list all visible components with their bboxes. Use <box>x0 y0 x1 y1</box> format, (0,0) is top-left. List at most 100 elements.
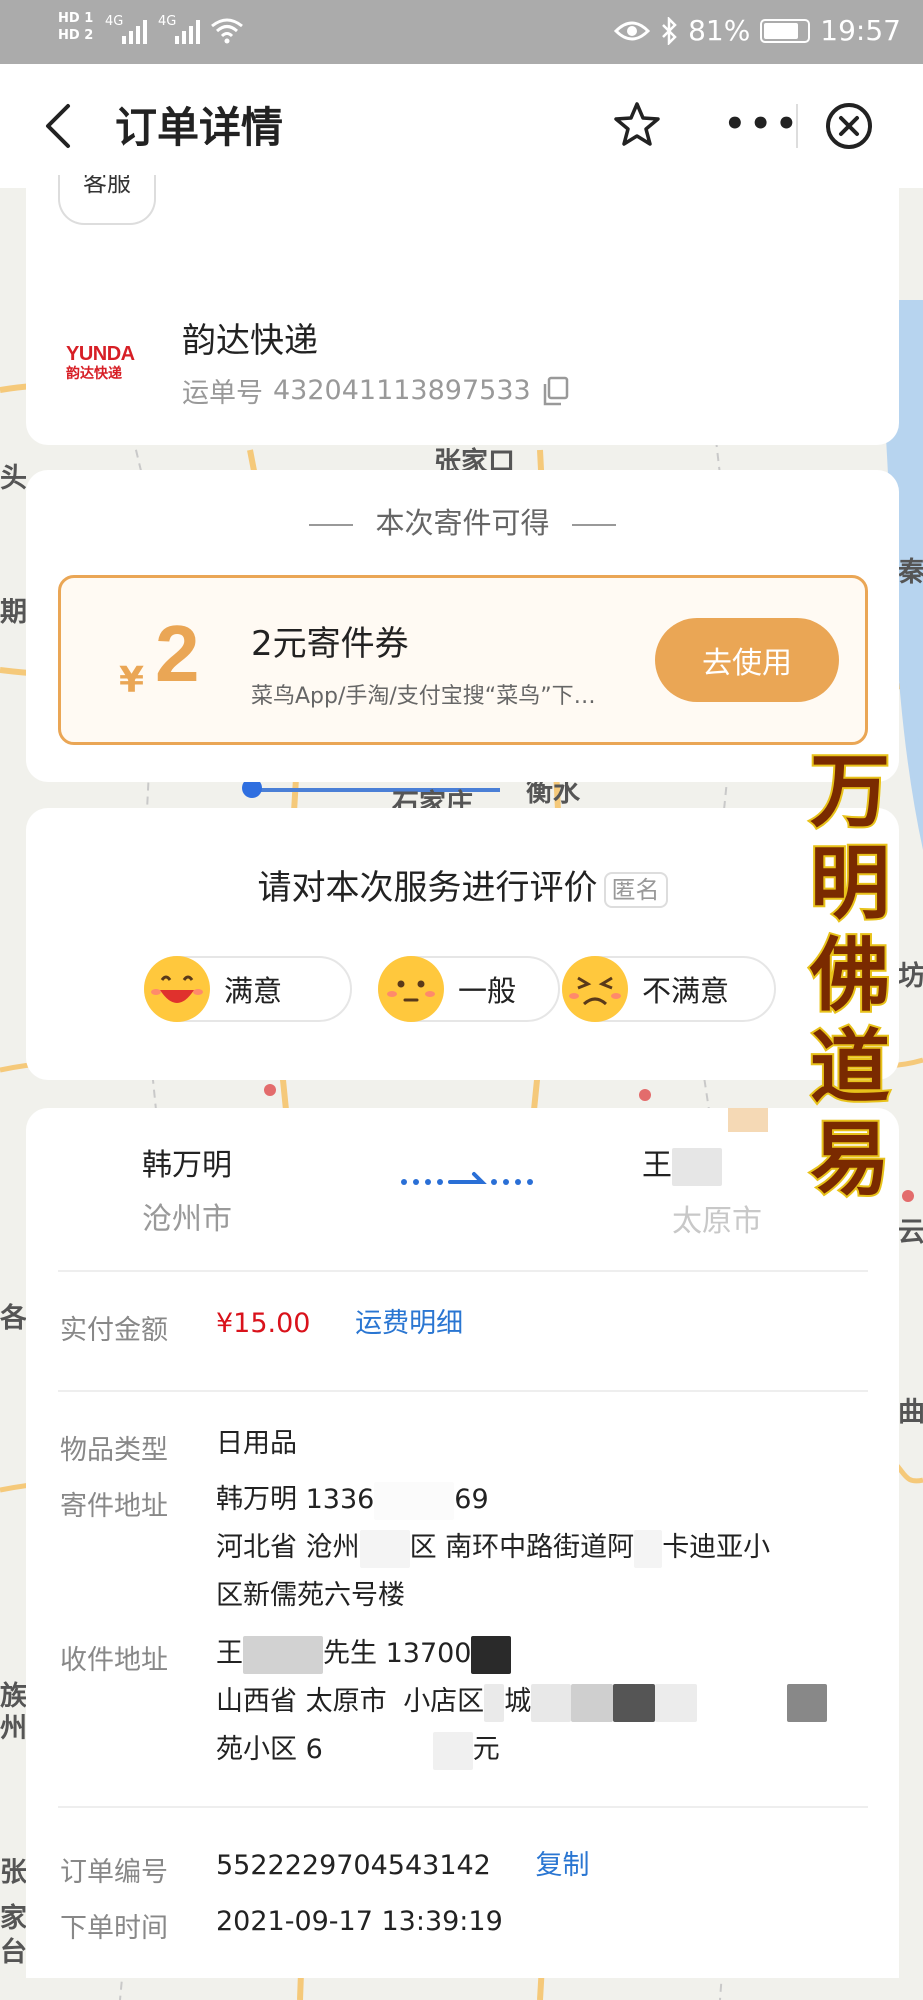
clock: 19:57 <box>820 14 901 47</box>
receive-address-label: 收件地址 <box>60 1645 168 1676</box>
status-bar: HD 1 HD 2 4G 4G 81% 19:57 <box>0 0 923 64</box>
close-icon[interactable] <box>823 100 875 152</box>
recv-line2c: 城 <box>504 1686 532 1717</box>
receiver-party: 王 太原市 <box>642 1140 762 1240</box>
nav-header: 订单详情 ••• <box>0 64 923 188</box>
order-time-label: 下单时间 <box>60 1913 168 1944</box>
coupon-ticket[interactable]: ¥ 2 2元寄件券 菜鸟App/手淘/支付宝搜“菜鸟”下… 去使用 <box>58 575 868 745</box>
map-label: 各 <box>0 1303 27 1334</box>
yunda-logo: YUNDA 韵达快递 <box>66 343 158 385</box>
paid-row: ¥15.00 运费明细 <box>216 1300 463 1348</box>
unhappy-face-icon <box>562 956 628 1022</box>
sim2-label: HD 2 <box>58 28 94 43</box>
paid-label: 实付金额 <box>60 1315 168 1346</box>
send-address-label: 寄件地址 <box>60 1491 168 1522</box>
customer-service-button[interactable]: 客服 <box>58 175 156 225</box>
favorite-star-icon[interactable] <box>612 100 662 150</box>
divider <box>58 1270 868 1272</box>
battery-percent: 81% <box>688 14 751 47</box>
item-type-label: 物品类型 <box>60 1435 168 1466</box>
page-title: 订单详情 <box>115 103 284 152</box>
copy-icon[interactable] <box>541 376 569 406</box>
recv-line1a: 王 <box>216 1638 243 1669</box>
divider <box>58 1390 868 1392</box>
rating-label: 满意 <box>224 974 283 1008</box>
map-label: 曲 <box>898 1397 923 1428</box>
send-line1-tail: 69 <box>454 1484 489 1515</box>
send-line1: 韩万明 1336 <box>216 1484 375 1515</box>
overlay-char: 明 <box>808 835 892 931</box>
network-type-2: 4G <box>158 14 177 29</box>
coupon-currency: ¥ <box>119 660 145 701</box>
paid-amount: ¥15.00 <box>216 1308 311 1339</box>
sim-indicators: HD 1 HD 2 <box>58 10 93 44</box>
bluetooth-icon <box>662 16 677 45</box>
rating-label: 一般 <box>458 974 517 1008</box>
coupon-heading-text: 本次寄件可得 <box>375 506 550 540</box>
overlay-char: 易 <box>808 1111 892 1207</box>
use-coupon-button[interactable]: 去使用 <box>655 618 839 702</box>
recv-line3b: 元 <box>472 1734 500 1765</box>
map-label: 州 <box>0 1713 27 1744</box>
map-label: 秦 <box>898 557 923 588</box>
neutral-face-icon <box>378 956 444 1022</box>
send-line3: 区新儒苑六号楼 <box>216 1580 405 1611</box>
signal-icon <box>175 20 200 44</box>
sender-city: 沧州市 <box>142 1202 232 1237</box>
overlay-char: 佛 <box>808 927 892 1023</box>
send-line2c: 卡迪亚小 <box>662 1532 771 1563</box>
route-arrow-icon <box>401 1172 533 1185</box>
recv-line1b: 先生 13700 <box>323 1638 472 1669</box>
divider <box>58 1806 868 1808</box>
watermark-text-overlay: 万 明 佛 道 易 <box>800 743 900 1207</box>
receiver-city: 太原市 <box>672 1203 762 1239</box>
map-label: 头 <box>0 463 27 494</box>
map-label: 台 <box>0 1937 27 1968</box>
rating-card: 请对本次服务进行评价 匿名 满意 一般 不满意 <box>26 808 899 1080</box>
rating-option-unsatisfied[interactable]: 不满意 <box>562 956 776 1022</box>
anonymous-tag[interactable]: 匿名 <box>603 871 668 908</box>
status-right: 81% 19:57 <box>614 14 901 47</box>
battery-icon <box>760 18 811 43</box>
send-line2a: 河北省 沧州 <box>216 1532 360 1563</box>
eye-icon <box>614 21 651 40</box>
fee-detail-link[interactable]: 运费明细 <box>355 1308 463 1339</box>
receiver-name-text: 王 <box>642 1148 672 1183</box>
recv-line2a: 山西省 太原市 <box>216 1686 387 1717</box>
rating-question-text: 请对本次服务进行评价 <box>257 868 598 908</box>
back-icon[interactable] <box>38 100 78 152</box>
overlay-char: 道 <box>808 1019 892 1115</box>
item-type-value: 日用品 <box>216 1428 297 1459</box>
waybill-prefix: 运单号 <box>182 378 263 409</box>
coupon-title: 2元寄件券 <box>251 624 409 664</box>
carrier-card: 客服 YUNDA 韵达快递 韵达快递 运单号 432041113897533 <box>26 175 899 445</box>
network-type-1: 4G <box>105 14 124 29</box>
send-address-value: 韩万明 1336 69 河北省 沧州 区 南环中路街道阿 卡迪亚小 区新儒苑六号楼 <box>216 1476 876 1620</box>
coupon-description: 菜鸟App/手淘/支付宝搜“菜鸟”下… <box>251 684 596 709</box>
order-number-label: 订单编号 <box>60 1857 168 1888</box>
map-label: 坊 <box>898 961 923 992</box>
carrier-name: 韵达快递 <box>182 321 318 361</box>
happy-face-icon <box>144 956 210 1022</box>
recv-line3a: 苑小区 6 <box>216 1734 323 1765</box>
receive-address-value: 王 先生 13700 山西省 太原市 小店区城 苑小区 6 元 <box>216 1630 876 1774</box>
more-options-icon[interactable]: ••• <box>724 104 801 144</box>
logo-cn: 韵达快递 <box>66 366 122 382</box>
rating-option-satisfied[interactable]: 满意 <box>144 956 352 1022</box>
waybill-row: 运单号 432041113897533 <box>182 371 569 410</box>
coupon-heading: 本次寄件可得 <box>26 500 899 542</box>
coupon-card: 本次寄件可得 ¥ 2 2元寄件券 菜鸟App/手淘/支付宝搜“菜鸟”下… 去使用 <box>26 470 899 782</box>
receiver-name: 王 <box>642 1140 762 1186</box>
copy-order-link[interactable]: 复制 <box>535 1850 589 1881</box>
map-label: 张 <box>0 1857 27 1888</box>
sender-party: 韩万明 沧州市 <box>142 1140 232 1238</box>
header-divider <box>796 104 798 148</box>
coupon-amount: 2 <box>155 609 200 698</box>
overlay-char: 万 <box>808 743 892 839</box>
signal-icon <box>122 20 147 44</box>
map-label: 云 <box>898 1217 923 1248</box>
rating-question: 请对本次服务进行评价 匿名 <box>26 860 899 909</box>
rating-option-neutral[interactable]: 一般 <box>378 956 560 1022</box>
sender-name: 韩万明 <box>142 1148 232 1183</box>
order-number-row: 5522229704543142 复制 <box>216 1842 589 1890</box>
